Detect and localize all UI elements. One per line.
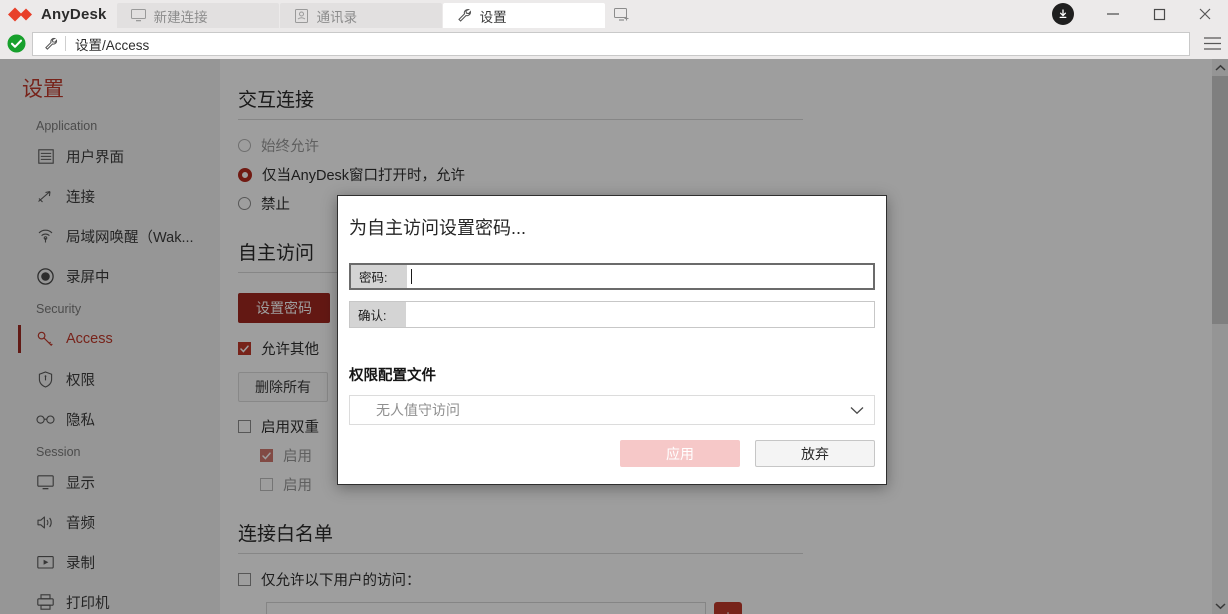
monitor-icon	[131, 8, 147, 24]
discard-button[interactable]: 放弃	[755, 440, 875, 467]
tab-address-book[interactable]: 通讯录	[280, 3, 442, 28]
hamburger-menu-icon[interactable]	[1198, 28, 1226, 59]
window-controls	[1052, 0, 1228, 28]
title-bar: AnyDesk 新建连接 通讯录 设置	[0, 0, 1228, 28]
set-password-dialog: 为自主访问设置密码... 密码: 确认: 权限配置文件 无人值守访问 应	[337, 195, 887, 485]
wrench-icon	[457, 8, 473, 24]
tab-strip: 新建连接 通讯录 设置	[117, 0, 638, 28]
tab-settings[interactable]: 设置	[443, 3, 605, 28]
tab-label: 设置	[480, 6, 507, 26]
permission-profile-label: 权限配置文件	[349, 364, 875, 385]
tab-label: 通讯录	[317, 6, 358, 26]
download-circle-icon[interactable]	[1052, 3, 1074, 25]
permission-profile-value: 无人值守访问	[376, 400, 460, 420]
address-path: 设置/Access	[75, 34, 149, 54]
dialog-actions: 应用 放弃	[349, 440, 875, 467]
dialog-body: 密码: 确认: 权限配置文件 无人值守访问 应用 放弃	[338, 263, 886, 467]
chevron-down-icon	[850, 402, 864, 418]
address-input[interactable]: 设置/Access	[32, 32, 1190, 56]
wrench-icon	[41, 36, 61, 52]
app-brand: AnyDesk	[0, 0, 117, 28]
anydesk-chevrons-icon	[8, 7, 34, 22]
close-icon[interactable]	[1182, 0, 1228, 28]
tab-label: 新建连接	[154, 6, 208, 26]
confirm-field-label: 确认:	[350, 302, 406, 327]
address-book-icon	[294, 8, 310, 24]
confirm-input[interactable]	[406, 302, 874, 327]
text-caret	[411, 269, 412, 284]
minimize-icon[interactable]	[1090, 0, 1136, 28]
address-bar: 设置/Access	[0, 28, 1228, 59]
tab-new-connection[interactable]: 新建连接	[117, 3, 279, 28]
dialog-title: 为自主访问设置密码...	[338, 196, 886, 240]
green-check-icon	[7, 34, 26, 53]
new-tab-icon[interactable]	[606, 0, 638, 28]
password-input[interactable]	[407, 265, 873, 288]
password-field[interactable]: 密码:	[349, 263, 875, 290]
password-field-label: 密码:	[351, 265, 407, 288]
maximize-icon[interactable]	[1136, 0, 1182, 28]
apply-button[interactable]: 应用	[620, 440, 740, 467]
permission-profile-dropdown[interactable]: 无人值守访问	[349, 395, 875, 425]
confirm-field[interactable]: 确认:	[349, 301, 875, 328]
app-brand-name: AnyDesk	[41, 6, 107, 23]
address-divider	[65, 36, 66, 51]
